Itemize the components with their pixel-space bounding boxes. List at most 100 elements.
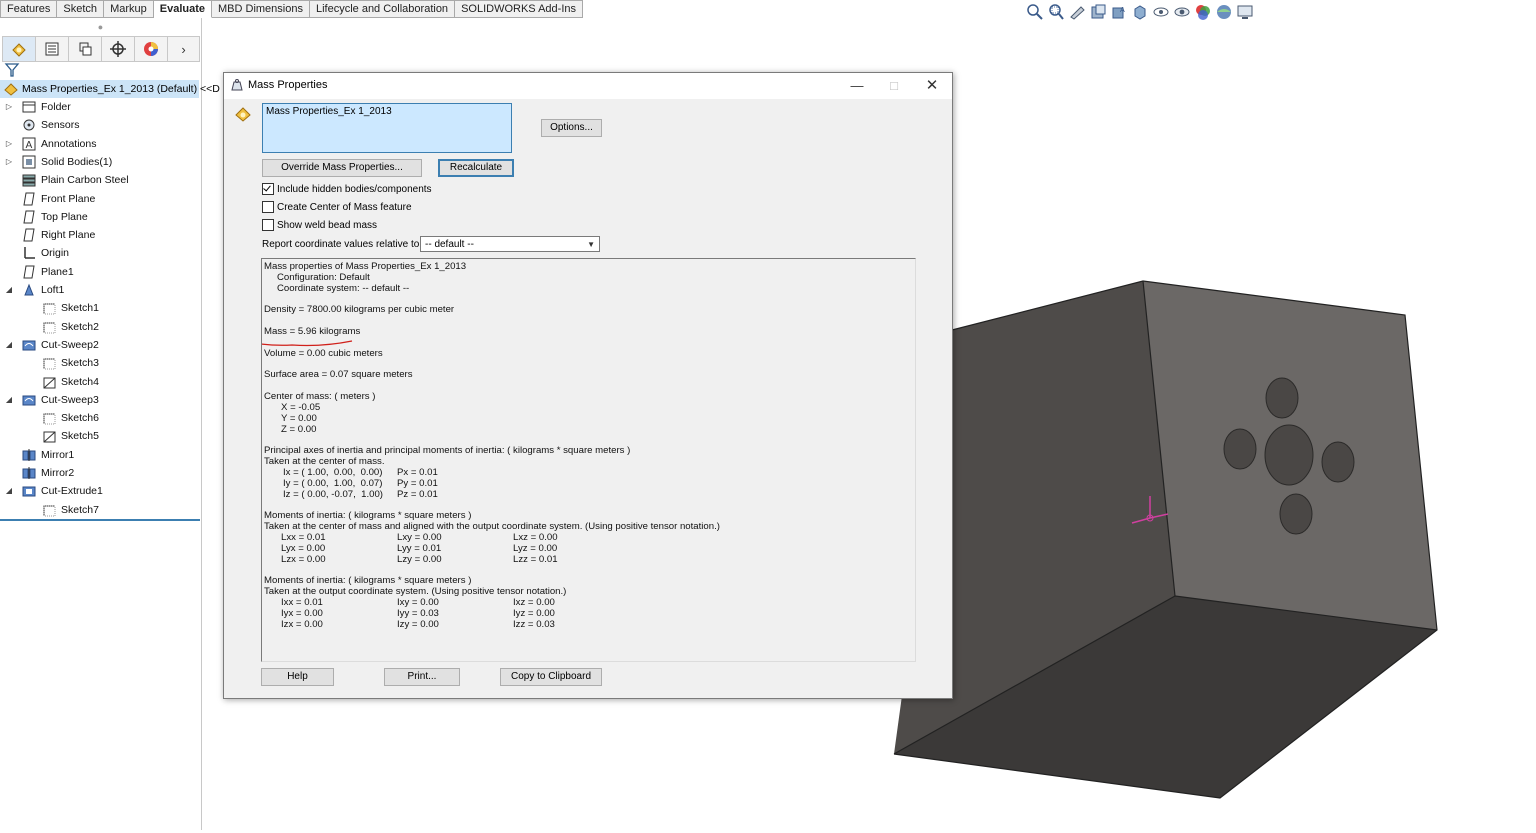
cut-sweep-icon xyxy=(22,393,36,407)
show-weld-bead-mass-checkbox[interactable]: Show weld bead mass xyxy=(262,218,377,232)
tab-mbd-dimensions[interactable]: MBD Dimensions xyxy=(212,0,310,18)
cut-extrude-icon xyxy=(22,484,36,498)
results-moi-cell: Ixx = 0.01 xyxy=(281,597,323,608)
sensor-icon xyxy=(22,118,36,132)
checkbox-label: Create Center of Mass feature xyxy=(277,201,412,213)
checkbox-unchecked-icon[interactable] xyxy=(262,201,274,213)
tree-item-plain-carbon-steel[interactable]: Plain Carbon Steel xyxy=(0,171,199,189)
tree-item-label: Sketch5 xyxy=(61,430,99,443)
tree-item-label: Sketch6 xyxy=(61,412,99,425)
help-button[interactable]: Help xyxy=(261,668,334,686)
expand-icon[interactable]: ▷ xyxy=(4,135,14,153)
collapse-icon[interactable]: ◢ xyxy=(4,482,14,500)
create-center-of-mass-checkbox[interactable]: Create Center of Mass feature xyxy=(262,200,412,214)
dialog-title-bar[interactable]: Mass Properties — □ ✕ xyxy=(224,73,952,99)
tree-item-cut-sweep3[interactable]: ◢ Cut-Sweep3 xyxy=(0,391,199,409)
results-moi-cell: Lxz = 0.00 xyxy=(513,532,558,543)
coordinate-system-select[interactable]: -- default -- ▼ xyxy=(420,236,600,252)
tree-item-cut-extrude1[interactable]: ◢ Cut-Extrude1 xyxy=(0,482,199,500)
tree-item-loft1[interactable]: ◢ Loft1 xyxy=(0,281,199,299)
tab-lifecycle-and-collaboration[interactable]: Lifecycle and Collaboration xyxy=(309,0,456,18)
dimxpert-manager-tab-icon[interactable] xyxy=(102,37,135,61)
tab-sketch[interactable]: Sketch xyxy=(57,0,105,18)
results-moi-cell: Iyz = 0.00 xyxy=(513,608,555,619)
results-moi-cell: Izz = 0.03 xyxy=(513,619,555,630)
tree-item-annotations[interactable]: ▷ A Annotations xyxy=(0,135,199,153)
tree-item-front-plane[interactable]: Front Plane xyxy=(0,190,199,208)
coordinate-system-value: -- default -- xyxy=(425,239,474,250)
results-moi-cell: Ixz = 0.00 xyxy=(513,597,555,608)
collapse-icon[interactable]: ◢ xyxy=(4,281,14,299)
results-moi-cell: Lzx = 0.00 xyxy=(281,554,326,565)
configuration-manager-tab-icon[interactable] xyxy=(69,37,102,61)
expand-icon[interactable]: ▷ xyxy=(4,153,14,171)
tree-item-label: Sketch2 xyxy=(61,320,99,333)
maximize-icon[interactable]: □ xyxy=(876,73,912,99)
tree-item-solid-bodies-1[interactable]: ▷ Solid Bodies(1) xyxy=(0,153,199,171)
tree-item-right-plane[interactable]: Right Plane xyxy=(0,226,199,244)
expand-icon[interactable]: ▷ xyxy=(4,98,14,116)
property-manager-tab-icon[interactable] xyxy=(36,37,69,61)
model-hole xyxy=(1223,428,1257,470)
tree-item-sketch6[interactable]: Sketch6 xyxy=(0,409,199,427)
tree-item-mirror1[interactable]: Mirror1 xyxy=(0,446,199,464)
copy-to-clipboard-button[interactable]: Copy to Clipboard xyxy=(500,668,602,686)
recalculate-button[interactable]: Recalculate xyxy=(438,159,514,177)
tree-item-sketch1[interactable]: Sketch1 xyxy=(0,299,199,317)
selected-item[interactable]: Mass Properties_Ex 1_2013 xyxy=(266,106,392,117)
include-hidden-bodies-checkbox[interactable]: Include hidden bodies/components xyxy=(262,182,432,196)
close-icon[interactable]: ✕ xyxy=(914,73,950,99)
model-hole xyxy=(1279,493,1313,535)
display-manager-tab-icon[interactable] xyxy=(135,37,168,61)
results-text-area[interactable]: Mass properties of Mass Properties_Ex 1_… xyxy=(261,258,916,662)
feature-tree-root[interactable]: Mass Properties_Ex 1_2013 (Default) <<D xyxy=(0,80,220,98)
options-button[interactable]: Options... xyxy=(541,119,602,137)
results-principal-moment: Py = 0.01 xyxy=(397,478,438,489)
tab-features[interactable]: Features xyxy=(0,0,58,18)
tree-item-sketch3[interactable]: Sketch3 xyxy=(0,354,199,372)
tree-item-origin[interactable]: Origin xyxy=(0,244,199,262)
model-hole xyxy=(1321,441,1355,483)
tree-item-cut-sweep2[interactable]: ◢ Cut-Sweep2 xyxy=(0,336,199,354)
checkbox-unchecked-icon[interactable] xyxy=(262,219,274,231)
minimize-icon[interactable]: — xyxy=(839,73,875,99)
collapse-icon[interactable]: ◢ xyxy=(4,336,14,354)
tab-evaluate[interactable]: Evaluate xyxy=(153,0,212,18)
results-surface-area: Surface area = 0.07 square meters xyxy=(264,369,413,380)
tree-item-top-plane[interactable]: Top Plane xyxy=(0,208,199,226)
checkbox-checked-icon[interactable] xyxy=(262,183,274,195)
tree-item-plane1[interactable]: Plane1 xyxy=(0,263,199,281)
results-moi-cell: Iyx = 0.00 xyxy=(281,608,323,619)
tree-item-label: Top Plane xyxy=(41,210,88,223)
sketch-icon xyxy=(42,320,56,334)
sketch-icon xyxy=(42,411,56,425)
tree-item-sketch4[interactable]: Sketch4 xyxy=(0,373,199,391)
coordinate-system-label: Report coordinate values relative to: xyxy=(262,239,423,250)
tree-item-sketch7[interactable]: Sketch7 xyxy=(0,501,199,519)
selected-items-list[interactable]: Mass Properties_Ex 1_2013 xyxy=(262,103,512,153)
results-moi-cell: Ixy = 0.00 xyxy=(397,597,439,608)
tree-item-sketch2[interactable]: Sketch2 xyxy=(0,318,199,336)
rollback-bar[interactable] xyxy=(0,519,200,521)
chevron-down-icon[interactable]: ▼ xyxy=(587,237,595,253)
tree-item-sketch5[interactable]: Sketch5 xyxy=(0,427,199,445)
panel-grip-icon[interactable]: ● xyxy=(0,18,201,36)
tree-item-folder[interactable]: ▷ Folder xyxy=(0,98,199,116)
collapse-icon[interactable]: ◢ xyxy=(4,391,14,409)
tree-item-sensors[interactable]: Sensors xyxy=(0,116,199,134)
print-button[interactable]: Print... xyxy=(384,668,460,686)
tab-solidworks-add-ins[interactable]: SOLIDWORKS Add-Ins xyxy=(455,0,583,18)
mirror-icon xyxy=(22,466,36,480)
results-moi-cell: Izx = 0.00 xyxy=(281,619,323,630)
sketch-3d-icon xyxy=(42,375,56,389)
tree-item-mirror2[interactable]: Mirror2 xyxy=(0,464,199,482)
feature-manager-tab-icon[interactable] xyxy=(3,37,36,61)
chevron-right-icon[interactable]: › xyxy=(168,37,199,61)
tab-markup[interactable]: Markup xyxy=(104,0,154,18)
results-moi-out-sub: Taken at the output coordinate system. (… xyxy=(264,586,567,597)
filter-icon[interactable] xyxy=(4,62,20,78)
part-icon xyxy=(234,105,252,126)
loft-icon xyxy=(22,283,36,297)
tree-item-label: Cut-Sweep2 xyxy=(41,338,99,351)
override-mass-properties-button[interactable]: Override Mass Properties... xyxy=(262,159,422,177)
